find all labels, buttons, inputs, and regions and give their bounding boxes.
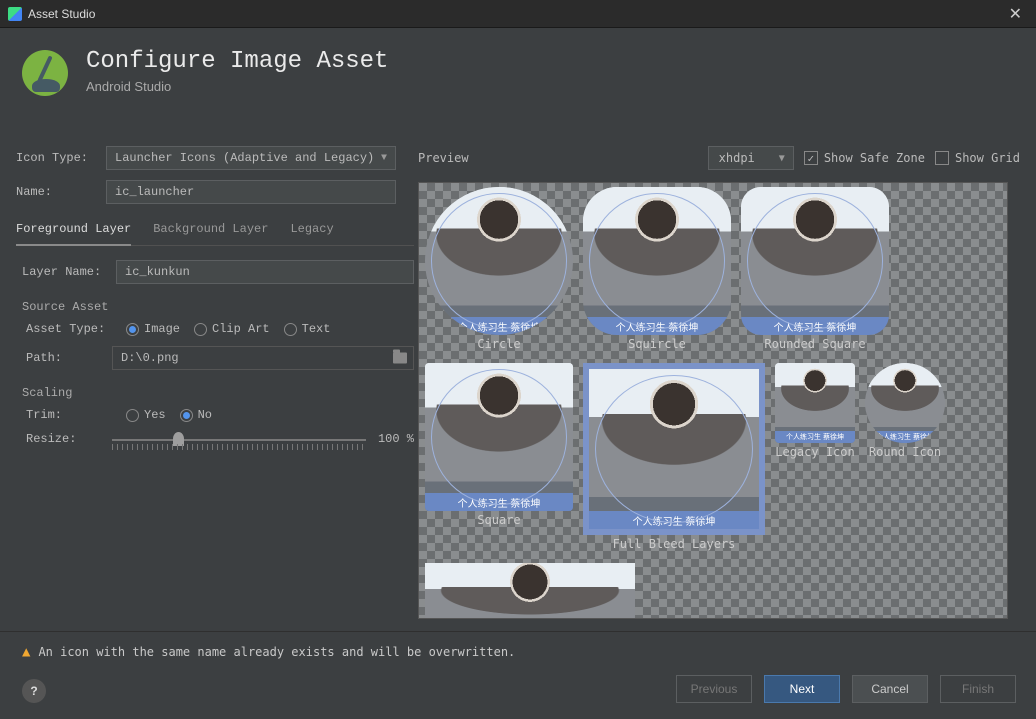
warning-message: ▲ An icon with the same name already exi… — [22, 644, 515, 660]
asset-type-label: Asset Type: — [16, 322, 112, 336]
layer-name-label: Layer Name: — [16, 265, 116, 279]
icon-type-label: Icon Type: — [16, 151, 106, 165]
name-input[interactable]: ic_launcher — [106, 180, 396, 204]
tab-legacy[interactable]: Legacy — [290, 214, 333, 245]
title-bar: Asset Studio ✕ — [0, 0, 1036, 28]
preview-round-icon: 个人练习生 蔡徐坤 Round Icon — [865, 363, 945, 459]
page-title: Configure Image Asset — [86, 48, 388, 75]
show-safe-zone-checkbox[interactable]: Show Safe Zone — [804, 151, 925, 165]
layer-tabs: Foreground Layer Background Layer Legacy — [16, 214, 414, 246]
preview-squircle: 个人练习生 蔡徐坤 Squircle — [583, 187, 731, 351]
close-icon[interactable]: ✕ — [1003, 4, 1028, 24]
icon-type-select[interactable]: Launcher Icons (Adaptive and Legacy) ▼ — [106, 146, 396, 170]
tab-foreground-layer[interactable]: Foreground Layer — [16, 214, 131, 246]
trim-no-radio[interactable]: No — [180, 408, 212, 422]
preview-rounded-square: 个人练习生 蔡徐坤 Rounded Square — [741, 187, 889, 351]
preview-area: 个人练习生 蔡徐坤 Circle 个人练习生 蔡徐坤 Squircle 个人练习… — [418, 182, 1008, 619]
finish-button: Finish — [940, 675, 1016, 703]
tab-background-layer[interactable]: Background Layer — [153, 214, 268, 245]
help-button[interactable]: ? — [22, 679, 46, 703]
preview-square: 个人练习生 蔡徐坤 Square — [425, 363, 573, 527]
chevron-down-icon: ▼ — [779, 153, 785, 164]
preview-full-bleed: 个人练习生 蔡徐坤 Full Bleed Layers — [583, 363, 765, 551]
resize-value: 100 % — [378, 432, 414, 446]
asset-type-text-radio[interactable]: Text — [284, 322, 331, 336]
android-studio-logo-icon — [22, 50, 68, 96]
layer-name-input[interactable]: ic_kunkun — [116, 260, 414, 284]
show-grid-checkbox[interactable]: Show Grid — [935, 151, 1020, 165]
resize-slider[interactable] — [112, 436, 366, 442]
preview-label: Preview — [418, 151, 469, 165]
window-title: Asset Studio — [28, 7, 95, 21]
density-select[interactable]: xhdpi ▼ — [708, 146, 794, 170]
trim-yes-radio[interactable]: Yes — [126, 408, 166, 422]
dialog-footer: ▲ An icon with the same name already exi… — [0, 631, 1036, 719]
previous-button: Previous — [676, 675, 752, 703]
asset-type-image-radio[interactable]: Image — [126, 322, 180, 336]
source-asset-section: Source Asset — [16, 294, 414, 322]
preview-controls: Preview xhdpi ▼ Show Safe Zone Show Grid — [418, 146, 1020, 170]
resize-label: Resize: — [16, 432, 112, 446]
chevron-down-icon: ▼ — [381, 153, 387, 164]
page-subtitle: Android Studio — [86, 79, 388, 94]
warning-icon: ▲ — [22, 644, 30, 660]
preview-play-store-icon — [425, 563, 635, 619]
path-input[interactable]: D:\0.png — [112, 346, 414, 370]
cancel-button[interactable]: Cancel — [852, 675, 928, 703]
dialog-header: Configure Image Asset Android Studio — [0, 28, 1036, 114]
name-label: Name: — [16, 185, 106, 199]
config-panel: Icon Type: Launcher Icons (Adaptive and … — [16, 146, 414, 456]
path-label: Path: — [16, 351, 112, 365]
preview-circle: 个人练习生 蔡徐坤 Circle — [425, 187, 573, 351]
asset-type-clipart-radio[interactable]: Clip Art — [194, 322, 270, 336]
scaling-section: Scaling — [16, 380, 414, 408]
android-studio-icon — [8, 7, 22, 21]
trim-label: Trim: — [16, 408, 112, 422]
preview-legacy-icon: 个人练习生 蔡徐坤 Legacy Icon — [775, 363, 855, 459]
next-button[interactable]: Next — [764, 675, 840, 703]
folder-icon[interactable] — [393, 353, 407, 364]
